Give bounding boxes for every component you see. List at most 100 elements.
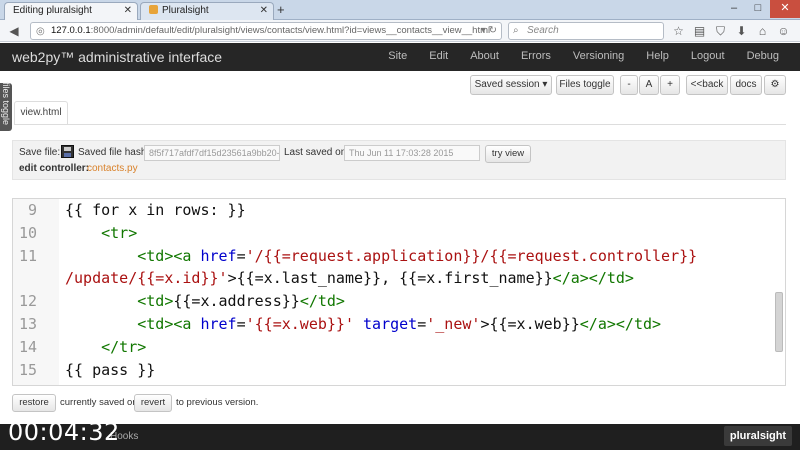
code-token: =: [417, 315, 427, 333]
code-token: <tr>: [101, 224, 138, 242]
code-line[interactable]: <td><a href='{{=x.web}}' target='_new'>{…: [65, 315, 661, 333]
maximize-icon[interactable]: □: [746, 0, 770, 18]
try-view-button[interactable]: try view: [485, 145, 531, 163]
code-token: '{{=x.web}}': [245, 315, 354, 333]
tab-pluralsight[interactable]: Pluralsight ✕: [140, 2, 274, 20]
files-toggle-button[interactable]: Files toggle: [556, 75, 614, 95]
currently-saved-text: currently saved or: [60, 397, 136, 408]
search-placeholder: Search: [527, 25, 559, 36]
nav-debug[interactable]: Debug: [736, 50, 790, 62]
search-icon: ⌕: [513, 25, 519, 36]
last-saved-field: Thu Jun 11 17:03:28 2015: [344, 145, 480, 161]
menu-icon[interactable]: ≡: [794, 23, 800, 39]
reload-icon[interactable]: ▾ ↻: [481, 23, 497, 39]
shield-icon[interactable]: ⛉: [710, 23, 731, 39]
search-input[interactable]: ⌕ Search: [508, 22, 664, 40]
save-bar: Save file: Saved file hash: 8f5f717afdf7…: [12, 140, 786, 180]
decrease-font-button[interactable]: -: [620, 75, 638, 95]
code-line[interactable]: {{ for x in rows: }}: [65, 201, 246, 219]
new-tab-icon[interactable]: +: [277, 2, 285, 17]
code-line[interactable]: {{ pass }}: [65, 361, 155, 379]
increase-font-button[interactable]: +: [660, 75, 680, 95]
browser-nav-bar: ◀ ◎ 127.0.0.1:8000/admin/default/edit/pl…: [0, 20, 800, 42]
back-icon[interactable]: ◀: [6, 23, 22, 39]
code-line[interactable]: <td><a href='/{{=request.application}}/{…: [65, 247, 697, 265]
code-token: '/{{=request.application}}/{{=request.co…: [245, 247, 698, 265]
last-saved-label: Last saved on:: [284, 147, 350, 158]
pluralsight-logo: pluralsight: [724, 426, 792, 446]
url-bar[interactable]: ◎ 127.0.0.1:8000/admin/default/edit/plur…: [30, 22, 502, 40]
code-line[interactable]: /update/{{=x.id}}'>{{=x.last_name}}, {{=…: [65, 269, 634, 287]
code-token: <td><a: [137, 247, 201, 265]
code-editor[interactable]: 9 10 11 12 13 14 15 {{ for x in rows: }}…: [12, 198, 786, 386]
globe-icon: ◎: [36, 26, 45, 37]
editor-scrollbar[interactable]: [774, 200, 784, 384]
nav-help[interactable]: Help: [635, 50, 680, 62]
save-disk-icon[interactable]: [61, 145, 74, 158]
url-path: :8000/admin/default/edit/pluralsight/vie…: [90, 25, 491, 36]
nav-edit[interactable]: Edit: [418, 50, 459, 62]
code-token: <td><a: [137, 315, 201, 333]
saved-session-dropdown[interactable]: Saved session ▾: [470, 75, 552, 95]
code-token: {{ for x in rows: }}: [65, 201, 246, 219]
code-token: href: [200, 247, 237, 265]
tab-label: Editing pluralsight: [13, 5, 92, 16]
url-host: 127.0.0.1: [51, 25, 91, 36]
docs-button[interactable]: docs: [730, 75, 762, 95]
settings-gear-icon[interactable]: ⚙: [764, 75, 786, 95]
minimize-icon[interactable]: –: [722, 0, 746, 18]
code-token: '_new': [426, 315, 481, 333]
line-number: 12: [18, 292, 37, 310]
close-tab-icon[interactable]: ✕: [124, 5, 132, 16]
line-number-gutter: 9 10 11 12 13 14 15: [13, 199, 59, 385]
close-tab-icon[interactable]: ✕: [260, 5, 268, 16]
caret-down-icon: ▾: [542, 79, 548, 90]
edit-controller-link[interactable]: contacts.py: [87, 163, 138, 174]
nav-site[interactable]: Site: [377, 50, 418, 62]
back-button[interactable]: <<back: [686, 75, 728, 95]
code-token: href: [200, 315, 237, 333]
hash-field: 8f5f717afdf7df15d23561a9bb20-: [144, 145, 280, 161]
font-size-button[interactable]: A: [639, 75, 659, 95]
line-number: 10: [18, 224, 37, 242]
app-title: web2py™ administrative interface: [12, 49, 223, 65]
code-token: target: [363, 315, 418, 333]
file-tab-view-html[interactable]: view.html: [14, 101, 68, 125]
restore-button[interactable]: restore: [12, 394, 56, 412]
tab-editing-pluralsight[interactable]: Editing pluralsight ✕: [4, 2, 138, 20]
chat-icon[interactable]: ☺: [773, 23, 794, 39]
nav-logout[interactable]: Logout: [680, 50, 736, 62]
files-toggle-side-tab[interactable]: files toggle: [0, 82, 12, 131]
to-previous-text: to previous version.: [176, 397, 259, 408]
scrollbar-thumb[interactable]: [775, 292, 783, 352]
line-number: 14: [18, 338, 37, 356]
revert-button[interactable]: revert: [134, 394, 172, 412]
code-token: >{{=x.web}}: [480, 315, 580, 333]
line-number: 9: [27, 201, 37, 219]
bookmark-star-icon[interactable]: ☆: [668, 23, 689, 39]
download-icon[interactable]: ⬇: [731, 23, 752, 39]
code-token: {{ pass }}: [65, 361, 156, 379]
browser-toolbar-icons: ☆ ▤ ⛉ ⬇ ⌂ ☺ ≡: [668, 23, 800, 39]
nav-errors[interactable]: Errors: [510, 50, 562, 62]
nav-about[interactable]: About: [459, 50, 510, 62]
home-icon[interactable]: ⌂: [752, 23, 773, 39]
code-line[interactable]: <td>{{=x.address}}</td>: [65, 292, 345, 310]
app-nav: Site Edit About Errors Versioning Help L…: [377, 50, 790, 62]
code-line[interactable]: <tr>: [65, 224, 137, 242]
video-timer: 00:04:32: [8, 418, 120, 446]
code-token: </a></td>: [552, 269, 634, 287]
save-file-label: Save file:: [19, 147, 61, 158]
code-token: =: [236, 247, 246, 265]
code-token: </a></td>: [579, 315, 662, 333]
reading-list-icon[interactable]: ▤: [689, 23, 710, 39]
close-window-icon[interactable]: ✕: [770, 0, 800, 18]
hash-label: Saved file hash:: [78, 147, 150, 158]
nav-versioning[interactable]: Versioning: [562, 50, 635, 62]
code-line[interactable]: </tr>: [65, 338, 146, 356]
